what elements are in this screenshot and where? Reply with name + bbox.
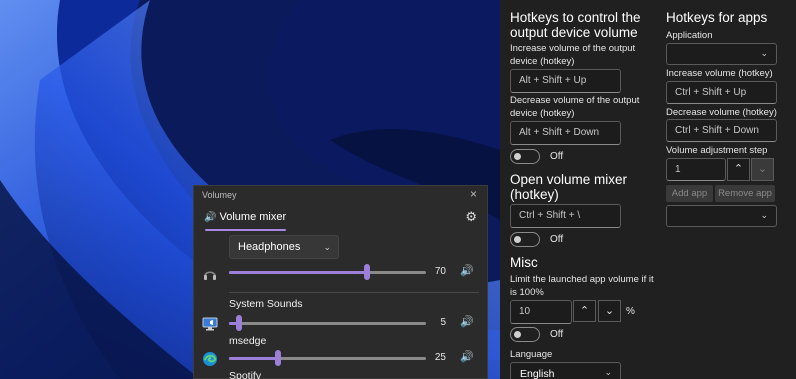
chevron-down-icon: ⌄: [604, 305, 615, 317]
limit-increment-button[interactable]: ⌃: [573, 300, 596, 322]
system-sounds-speaker-icon[interactable]: 🔊: [460, 315, 474, 328]
chevron-down-icon: ⌄: [604, 367, 612, 377]
app-decrease-label: Decrease volume (hotkey): [666, 107, 777, 118]
application-dropdown[interactable]: ⌄: [666, 43, 777, 65]
system-sounds-volume-slider[interactable]: [229, 315, 426, 331]
msedge-speaker-icon[interactable]: 🔊: [460, 350, 474, 363]
chevron-down-icon: ⌄: [760, 48, 768, 58]
divider: [229, 292, 479, 293]
misc-heading: Misc: [510, 255, 538, 270]
app-increase-label: Increase volume (hotkey): [666, 68, 773, 79]
decrease-volume-hotkey-input[interactable]: Alt + Shift + Down: [510, 121, 621, 145]
gear-icon[interactable]: ⚙: [465, 209, 477, 225]
output-hotkeys-toggle[interactable]: [510, 149, 540, 164]
limit-volume-input[interactable]: 10: [510, 300, 572, 324]
speaker-icon: 🔊: [204, 212, 217, 223]
scroll-up-icon[interactable]: ^: [776, 0, 781, 5]
app-name-spotify: Spotify: [229, 370, 262, 379]
close-icon[interactable]: ×: [470, 187, 477, 201]
chevron-up-icon: ⌃: [733, 163, 744, 175]
language-label: Language: [510, 349, 553, 360]
msedge-volume-slider[interactable]: [229, 350, 426, 366]
master-speaker-icon[interactable]: 🔊: [460, 264, 474, 277]
msedge-volume-value: 25: [434, 352, 446, 363]
app-decrease-hotkey-input[interactable]: Ctrl + Shift + Down: [666, 119, 777, 142]
app-hotkeys-dropdown[interactable]: ⌄: [666, 205, 777, 227]
tab-active-indicator: [205, 229, 286, 231]
master-volume-thumb[interactable]: [364, 264, 370, 280]
system-sounds-volume-thumb[interactable]: [236, 315, 242, 331]
system-sounds-volume-value: 5: [440, 317, 446, 328]
device-dropdown[interactable]: Headphones ⌄: [229, 235, 339, 259]
msedge-volume-fill: [229, 357, 278, 360]
step-label: Volume adjustment step: [666, 145, 768, 156]
limit-volume-label: Limit the launched app volume if it is 1…: [510, 274, 654, 298]
chevron-down-icon: ⌄: [760, 210, 768, 220]
remove-app-button[interactable]: Remove app: [715, 185, 775, 202]
tab-volume-mixer[interactable]: 🔊 Volume mixer: [204, 211, 286, 223]
limit-volume-toggle-label: Off: [550, 329, 564, 340]
volumey-window: Volumey × 🔊 Volume mixer ⚙ Headphones ⌄ …: [193, 185, 488, 379]
decrease-volume-label: Decrease volume of the output device (ho…: [510, 95, 640, 119]
output-hotkeys-toggle-label: Off: [550, 151, 564, 162]
edge-icon: [203, 352, 217, 366]
open-mixer-toggle-label: Off: [550, 234, 564, 245]
increase-volume-hotkey-input[interactable]: Alt + Shift + Up: [510, 69, 621, 93]
language-dropdown[interactable]: English ⌄: [510, 362, 621, 379]
limit-volume-toggle[interactable]: [510, 327, 540, 342]
chevron-down-icon: ⌄: [323, 242, 331, 252]
master-volume-fill: [229, 271, 367, 274]
percent-sign: %: [626, 306, 635, 317]
app-name-system-sounds: System Sounds: [229, 298, 303, 310]
master-volume-value: 70: [434, 266, 446, 277]
language-value: English: [520, 368, 555, 379]
headphones-icon: [204, 271, 216, 280]
limit-decrement-button[interactable]: ⌄: [598, 300, 621, 322]
master-volume-slider[interactable]: [229, 264, 426, 280]
window-title: Volumey: [202, 190, 237, 200]
increase-volume-label: Increase volume of the output device (ho…: [510, 43, 636, 67]
step-input[interactable]: 1: [666, 158, 726, 181]
msedge-volume-thumb[interactable]: [275, 350, 281, 366]
system-sounds-icon: [202, 317, 218, 331]
chevron-up-icon: ⌃: [579, 305, 590, 317]
open-mixer-hotkey-input[interactable]: Ctrl + Shift + \: [510, 204, 621, 228]
hotkeys-output-heading: Hotkeys to control the output device vol…: [510, 10, 641, 40]
chevron-down-icon: ⌄: [757, 163, 768, 175]
hotkeys-apps-heading: Hotkeys for apps: [666, 10, 768, 25]
app-increase-hotkey-input[interactable]: Ctrl + Shift + Up: [666, 81, 777, 104]
step-decrement-button[interactable]: ⌄: [751, 158, 774, 181]
app-name-msedge: msedge: [229, 335, 267, 347]
application-label: Application: [666, 30, 713, 41]
open-mixer-heading: Open volume mixer (hotkey): [510, 172, 628, 202]
step-increment-button[interactable]: ⌃: [727, 158, 750, 181]
device-name: Headphones: [238, 241, 301, 253]
tab-label: Volume mixer: [219, 211, 287, 223]
add-app-button[interactable]: Add app: [666, 185, 713, 202]
open-mixer-toggle[interactable]: [510, 232, 540, 247]
